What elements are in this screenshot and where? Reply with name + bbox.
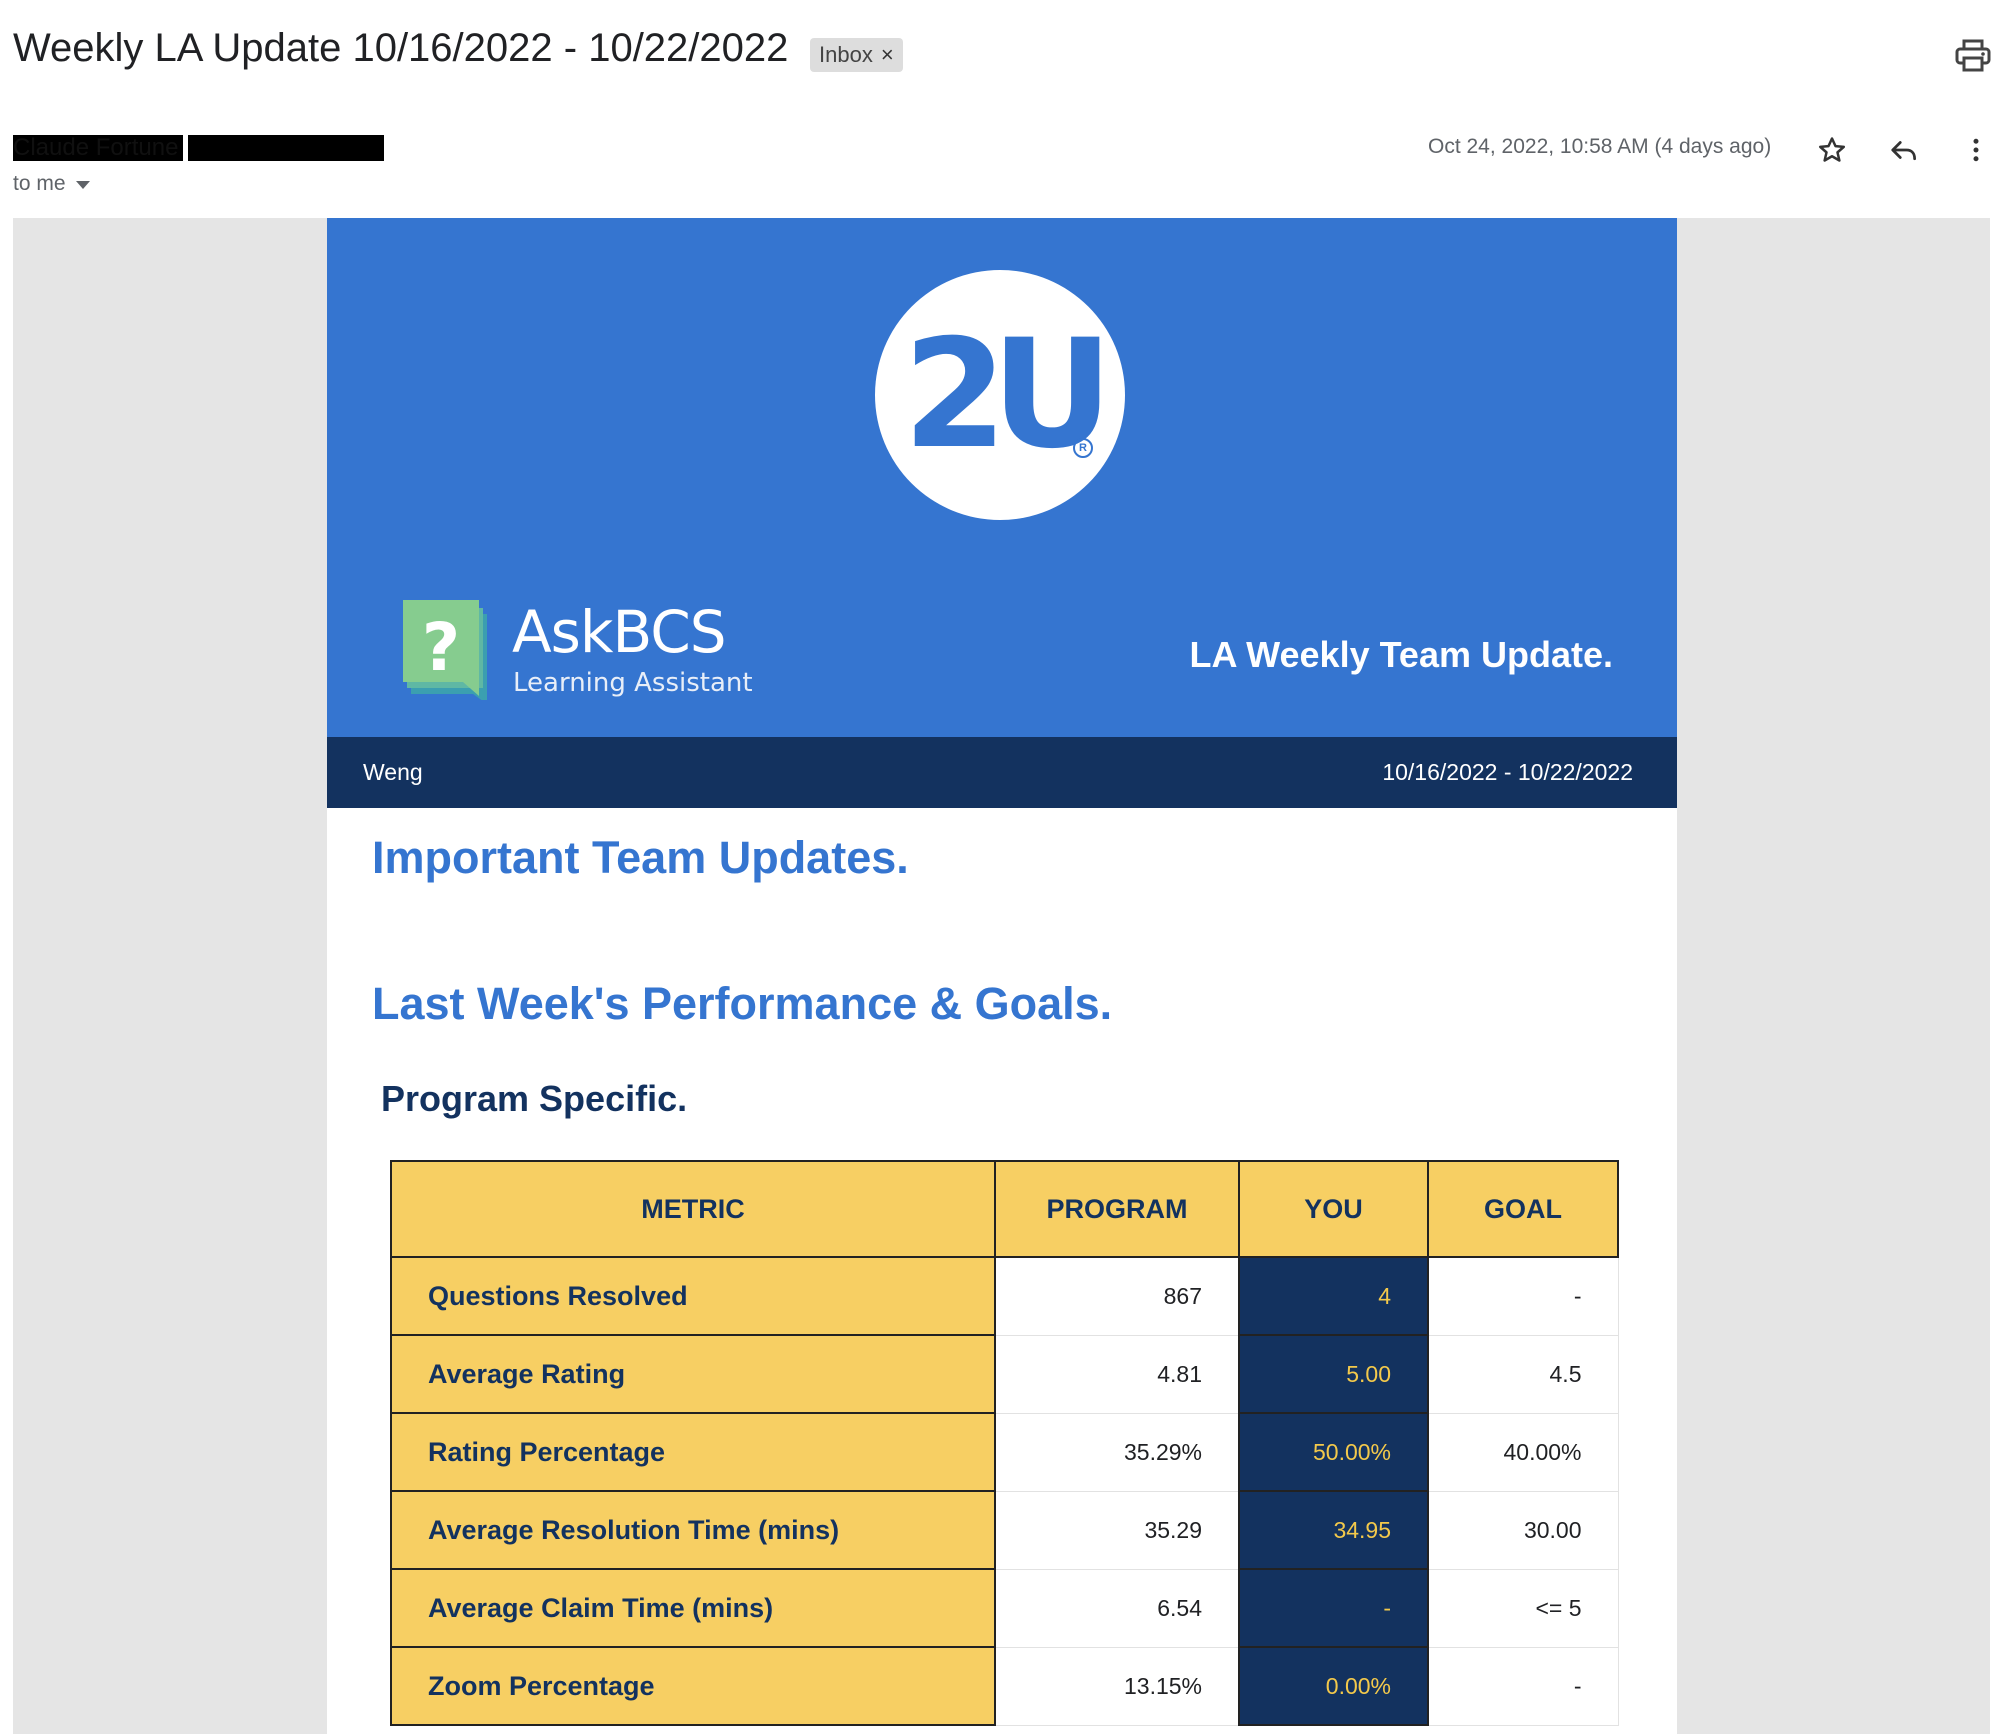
table-row: Zoom Percentage 13.15% 0.00% - [390, 1646, 1619, 1726]
banner-title: LA Weekly Team Update. [1189, 634, 1613, 675]
goal-value: 4.5 [1427, 1334, 1619, 1414]
more-vert-icon[interactable] [1956, 130, 1996, 170]
metric-label: Average Rating [390, 1334, 996, 1414]
remove-label-icon[interactable]: × [881, 42, 894, 68]
program-value: 6.54 [994, 1568, 1240, 1648]
metric-label: Rating Percentage [390, 1412, 996, 1492]
newsletter-card: 2U R ? AskBCS Learning Assistant LA Week… [327, 218, 1677, 1734]
email-body: 2U R ? AskBCS Learning Assistant LA Week… [13, 218, 1990, 1734]
askbcs-brand-name: AskBCS [512, 598, 727, 666]
recipient-first-name: Weng [363, 759, 423, 785]
sender-email-redacted [188, 135, 384, 161]
nameplate-bar: Weng 10/16/2022 - 10/22/2022 [327, 737, 1677, 808]
sender-name[interactable]: Claude Fortune [13, 135, 183, 161]
your-value: 0.00% [1238, 1646, 1429, 1726]
metric-label: Zoom Percentage [390, 1646, 996, 1726]
table-header-row: METRIC PROGRAM YOU GOAL [390, 1160, 1619, 1258]
table-row: Average Claim Time (mins) 6.54 - <= 5 [390, 1568, 1619, 1648]
goal-value: <= 5 [1427, 1568, 1619, 1648]
your-value: 34.95 [1238, 1490, 1429, 1570]
table-row: Rating Percentage 35.29% 50.00% 40.00% [390, 1412, 1619, 1492]
program-value: 13.15% [994, 1646, 1240, 1726]
program-value: 35.29 [994, 1490, 1240, 1570]
program-value: 867 [994, 1256, 1240, 1336]
message-date: Oct 24, 2022, 10:58 AM (4 days ago) [1428, 135, 1772, 158]
your-value: - [1238, 1568, 1429, 1648]
your-value: 50.00% [1238, 1412, 1429, 1492]
metric-label: Questions Resolved [390, 1256, 996, 1336]
heading-performance-goals: Last Week's Performance & Goals. [372, 978, 1113, 1029]
askbcs-question-icon: ? [403, 600, 495, 704]
your-value: 5.00 [1238, 1334, 1429, 1414]
table-row: Average Resolution Time (mins) 35.29 34.… [390, 1490, 1619, 1570]
metrics-table: METRIC PROGRAM YOU GOAL Questions Resolv… [390, 1160, 1619, 1726]
askbcs-brand-subtitle: Learning Assistant [513, 668, 753, 698]
header-banner: 2U R ? AskBCS Learning Assistant LA Week… [327, 218, 1677, 737]
column-header-metric: METRIC [390, 1160, 996, 1258]
heading-team-updates: Important Team Updates. [372, 832, 909, 883]
chevron-down-icon [75, 181, 90, 189]
column-header-goal: GOAL [1427, 1160, 1619, 1258]
week-date-range: 10/16/2022 - 10/22/2022 [1382, 759, 1633, 785]
table-row: Questions Resolved 867 4 - [390, 1256, 1619, 1336]
star-icon[interactable] [1812, 130, 1852, 170]
2u-logo: 2U R [875, 270, 1125, 520]
reply-icon[interactable] [1884, 130, 1924, 170]
inbox-label-text: Inbox [819, 42, 873, 67]
goal-value: - [1427, 1256, 1619, 1336]
program-value: 4.81 [994, 1334, 1240, 1414]
metric-label: Average Claim Time (mins) [390, 1568, 996, 1648]
email-subject: Weekly LA Update 10/16/2022 - 10/22/2022 [13, 26, 789, 70]
goal-value: - [1427, 1646, 1619, 1726]
metric-label: Average Resolution Time (mins) [390, 1490, 996, 1570]
your-value: 4 [1238, 1256, 1429, 1336]
heading-program-specific: Program Specific. [381, 1078, 688, 1119]
print-icon[interactable] [1953, 38, 1993, 74]
goal-value: 40.00% [1427, 1412, 1619, 1492]
recipient-text: to me [13, 172, 66, 195]
recipient-details-toggle[interactable]: to me [13, 172, 90, 196]
inbox-label-chip[interactable]: Inbox × [810, 38, 903, 72]
askbcs-question-mark: ? [422, 609, 460, 686]
column-header-program: PROGRAM [994, 1160, 1240, 1258]
program-value: 35.29% [994, 1412, 1240, 1492]
goal-value: 30.00 [1427, 1490, 1619, 1570]
table-row: Average Rating 4.81 5.00 4.5 [390, 1334, 1619, 1414]
registered-mark-icon: R [1073, 438, 1093, 458]
column-header-you: YOU [1238, 1160, 1429, 1258]
